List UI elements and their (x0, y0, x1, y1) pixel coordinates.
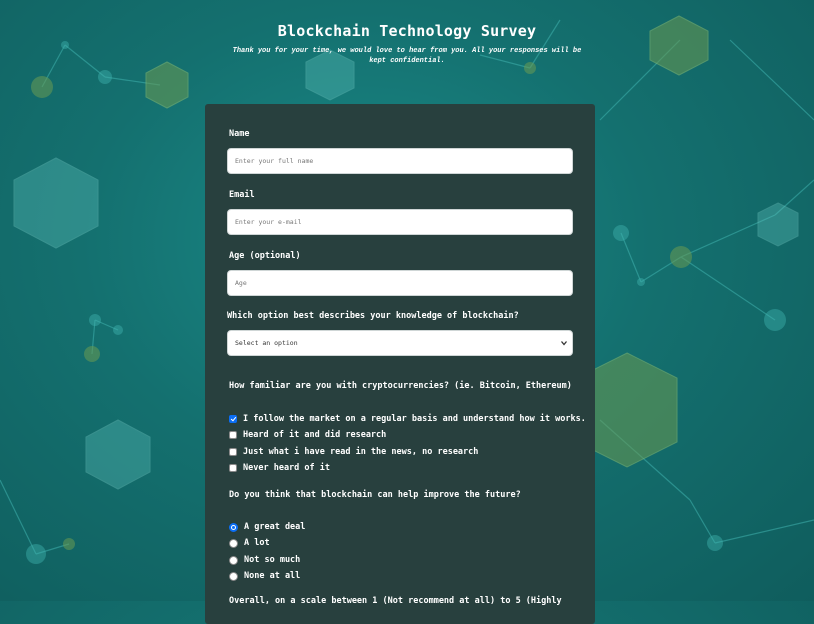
familiarity-option-label: Never heard of it (243, 463, 330, 473)
future-question: Do you think that blockchain can help im… (229, 490, 521, 500)
chevron-down-icon (561, 341, 567, 346)
familiarity-option[interactable]: Never heard of it (229, 463, 330, 473)
future-option-label: None at all (244, 571, 301, 581)
email-input-placeholder: Enter your e-mail (235, 218, 302, 226)
future-option[interactable]: None at all (229, 571, 300, 581)
survey-form: Name Enter your full name Email Enter yo… (205, 104, 595, 624)
age-input[interactable]: Age (227, 270, 573, 296)
radio-selected[interactable] (229, 522, 238, 532)
page-subtitle: Thank you for your time, we would love t… (232, 47, 582, 65)
recommend-question: Overall, on a scale between 1 (Not recom… (229, 596, 562, 606)
familiarity-option[interactable]: Heard of it and did research (229, 430, 386, 440)
radio[interactable] (229, 538, 238, 548)
future-option-label: Not so much (244, 555, 301, 565)
radio[interactable] (229, 555, 238, 565)
knowledge-question: Which option best describes your knowled… (227, 311, 519, 321)
page-title: Blockchain Technology Survey (277, 22, 537, 40)
familiarity-option-label: I follow the market on a regular basis a… (243, 414, 586, 424)
checkbox[interactable] (229, 464, 237, 472)
checkbox[interactable] (229, 431, 237, 439)
familiarity-option[interactable]: Just what i have read in the news, no re… (229, 447, 478, 457)
future-option[interactable]: A lot (229, 538, 270, 548)
email-label: Email (229, 190, 255, 200)
survey-header: Blockchain Technology Survey Thank you f… (0, 22, 814, 66)
familiarity-option[interactable]: I follow the market on a regular basis a… (229, 414, 586, 424)
name-input[interactable]: Enter your full name (227, 148, 573, 174)
future-option[interactable]: A great deal (229, 522, 305, 532)
email-input[interactable]: Enter your e-mail (227, 209, 573, 235)
checkbox-checked[interactable] (229, 415, 237, 423)
radio[interactable] (229, 571, 238, 581)
knowledge-select[interactable]: Select an option (227, 330, 573, 356)
familiarity-option-label: Just what i have read in the news, no re… (243, 447, 479, 457)
knowledge-select-value: Select an option (235, 339, 298, 347)
future-option[interactable]: Not so much (229, 555, 300, 565)
age-input-placeholder: Age (235, 279, 247, 287)
future-option-label: A great deal (244, 522, 306, 532)
age-label: Age (optional) (229, 251, 301, 261)
name-input-placeholder: Enter your full name (235, 157, 314, 165)
familiarity-question: How familiar are you with cryptocurrenci… (229, 381, 572, 391)
future-option-label: A lot (244, 538, 270, 548)
name-label: Name (229, 129, 250, 139)
checkbox[interactable] (229, 448, 237, 456)
familiarity-option-label: Heard of it and did research (243, 430, 387, 440)
